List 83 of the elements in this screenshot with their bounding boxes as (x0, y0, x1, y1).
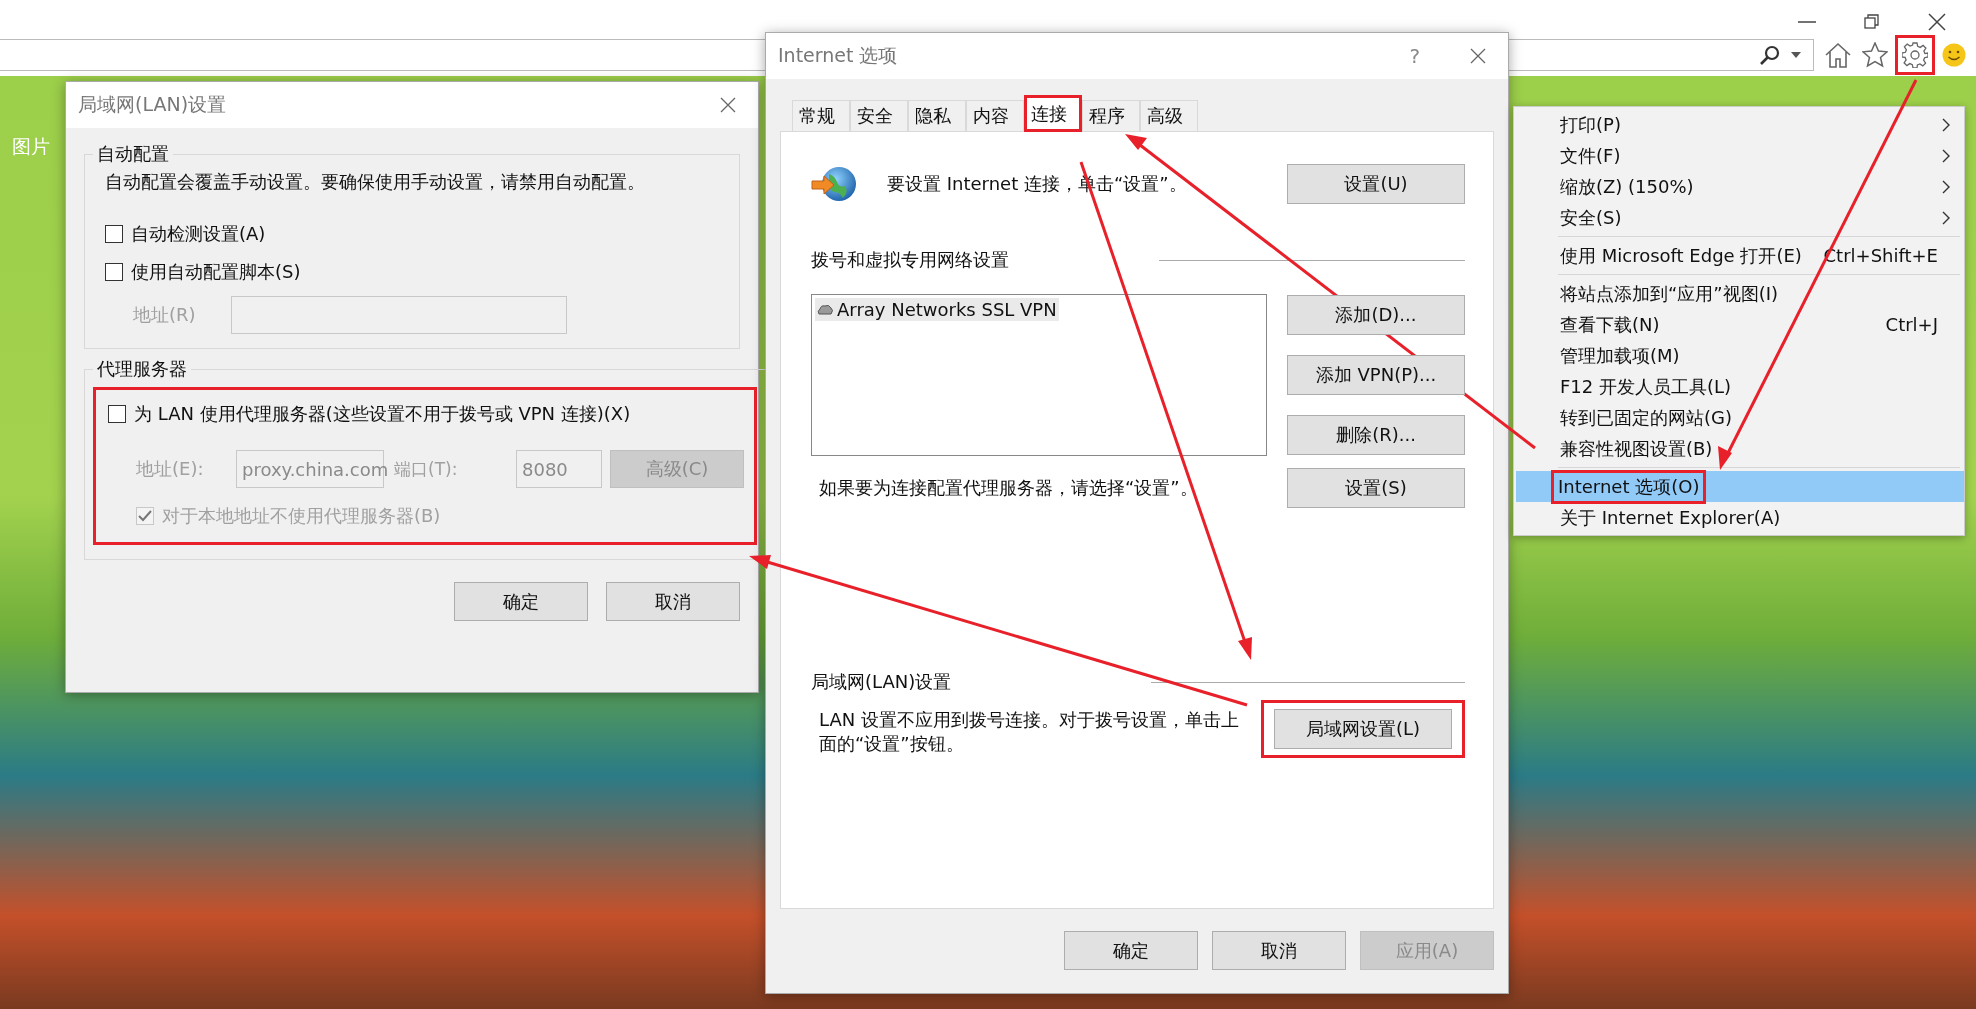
menu-label: 安全(S) (1559, 205, 1623, 230)
setup-button[interactable]: 设置(U) (1287, 164, 1465, 204)
menu-label: 查看下载(N) (1559, 312, 1661, 337)
menu-item[interactable]: 打印(P) (1516, 109, 1964, 140)
menu-label: 关于 Internet Explorer(A) (1559, 505, 1782, 530)
field-label: 地址(E): (136, 457, 205, 481)
star-icon[interactable] (1862, 42, 1888, 68)
menu-item[interactable]: 文件(F) (1516, 140, 1964, 171)
menu-item[interactable]: Internet 选项(O) (1516, 471, 1964, 502)
menu-label: 转到已固定的网站(G) (1559, 405, 1733, 430)
section-heading: 拨号和虚拟专用网络设置 (811, 248, 1009, 272)
network-icon (817, 303, 833, 316)
dialog-button[interactable]: 确定 (454, 582, 588, 621)
note-text: LAN 设置不应用到拨号连接。对于拨号设置，单击上面的“设置”按钮。 (818, 708, 1240, 757)
checkbox[interactable] (108, 405, 126, 423)
restore-icon[interactable] (1864, 14, 1880, 30)
menu-item[interactable]: 查看下载(N) Ctrl+J (1516, 309, 1964, 340)
search-icon[interactable] (1759, 44, 1781, 66)
window-title: Internet 选项 (778, 43, 899, 68)
chevron-right-icon (1942, 117, 1950, 132)
chevron-right-icon (1942, 179, 1950, 194)
menu-label: F12 开发人员工具(L) (1559, 374, 1733, 399)
settings-button[interactable]: 设置(S) (1287, 468, 1465, 508)
menu-label: Internet 选项(O) (1554, 472, 1704, 501)
window-title: 局域网(LAN)设置 (78, 92, 228, 117)
menu-label: 文件(F) (1559, 143, 1622, 168)
tab[interactable]: 安全 (850, 100, 908, 131)
menu-label: 打印(P) (1559, 112, 1622, 137)
help-button[interactable]: ? (1409, 44, 1420, 68)
menu-label: 缩放(Z) (150%) (1559, 174, 1695, 199)
section-heading: 局域网(LAN)设置 (811, 670, 952, 694)
tab[interactable]: 隐私 (908, 100, 966, 131)
globe-icon (811, 164, 857, 204)
menu-item[interactable]: 关于 Internet Explorer(A) (1516, 502, 1964, 533)
menu-label: 兼容性视图设置(B) (1559, 436, 1714, 461)
dialog-button[interactable]: 取消 (1212, 931, 1346, 970)
home-icon[interactable] (1824, 42, 1852, 68)
smiley-icon[interactable] (1942, 43, 1966, 67)
connection-button[interactable]: 删除(R)... (1287, 415, 1465, 455)
menu-item[interactable]: 管理加载项(M) (1516, 340, 1964, 371)
checkbox-label[interactable]: 使用自动配置脚本(S) (131, 260, 301, 284)
group-heading: 代理服务器 (96, 357, 188, 381)
connection-button[interactable]: 添加 VPN(P)... (1287, 355, 1465, 395)
tab[interactable]: 内容 (966, 100, 1024, 131)
checkbox-label[interactable]: 自动检测设置(A) (131, 222, 266, 246)
menu-item[interactable]: 安全(S) (1516, 202, 1964, 233)
dialog-button[interactable]: 取消 (606, 582, 740, 621)
menu-label: 使用 Microsoft Edge 打开(E) (1559, 243, 1803, 268)
checkbox[interactable] (105, 263, 123, 281)
checkbox-label[interactable]: 为 LAN 使用代理服务器(这些设置不用于拨号或 VPN 连接)(X) (134, 402, 631, 426)
tab[interactable]: 程序 (1082, 100, 1140, 131)
chevron-right-icon (1942, 210, 1950, 225)
list-item[interactable]: Array Networks SSL VPN (815, 298, 1059, 321)
close-icon[interactable] (720, 97, 736, 113)
menu-item[interactable]: F12 开发人员工具(L) (1516, 371, 1964, 402)
connection-button[interactable]: 添加(D)... (1287, 295, 1465, 335)
tab[interactable]: 连接 (1024, 95, 1082, 132)
tab[interactable]: 高级 (1140, 100, 1198, 131)
chevron-right-icon (1942, 148, 1950, 163)
settings-icon (1902, 42, 1928, 68)
shortcut-text: Ctrl+J (1885, 314, 1939, 335)
field-label: 端口(T): (394, 457, 459, 481)
menu-item[interactable]: 将站点添加到“应用”视图(I) (1516, 278, 1964, 309)
note-text: 自动配置会覆盖手动设置。要确保使用手动设置，请禁用自动配置。 (104, 170, 646, 194)
lan-settings-button[interactable]: 局域网设置(L) (1274, 709, 1452, 749)
dropdown-caret-icon[interactable] (1791, 52, 1801, 58)
settings-button[interactable] (1898, 38, 1932, 72)
input-field[interactable] (231, 296, 567, 334)
close-icon[interactable] (1928, 13, 1946, 31)
dialog-button[interactable]: 确定 (1064, 931, 1198, 970)
menu-item[interactable]: 缩放(Z) (150%) (1516, 171, 1964, 202)
field-label: 地址(R) (133, 303, 197, 327)
tab[interactable]: 常规 (792, 100, 850, 131)
menu-label: 将站点添加到“应用”视图(I) (1559, 281, 1779, 306)
connection-name: Array Networks SSL VPN (837, 299, 1057, 320)
menu-label: 管理加载项(M) (1559, 343, 1681, 368)
minimize-icon[interactable] (1798, 20, 1816, 24)
menu-item[interactable]: 兼容性视图设置(B) (1516, 433, 1964, 464)
checkbox[interactable] (105, 225, 123, 243)
close-icon[interactable] (1470, 48, 1486, 64)
note-text: 如果要为连接配置代理服务器，请选择“设置”。 (818, 476, 1199, 500)
group-heading: 自动配置 (96, 142, 170, 166)
menu-item[interactable]: 转到已固定的网站(G) (1516, 402, 1964, 433)
